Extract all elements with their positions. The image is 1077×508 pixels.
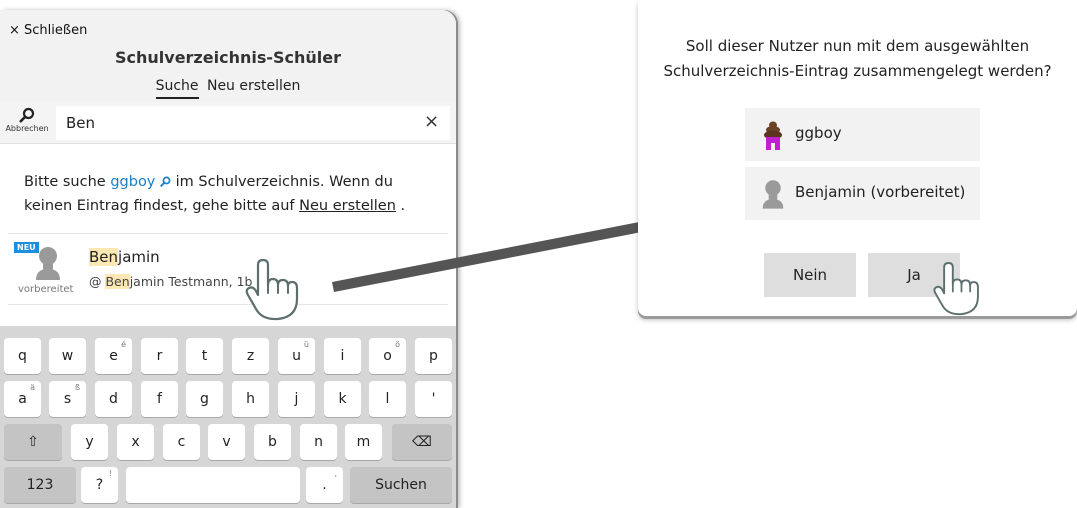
- key-b[interactable]: b: [254, 424, 291, 460]
- numbers-key[interactable]: 123: [4, 467, 76, 503]
- key-x[interactable]: x: [117, 424, 154, 460]
- key-r[interactable]: r: [141, 338, 178, 374]
- option-label: Benjamin (vorbereitet): [795, 183, 966, 201]
- key-w[interactable]: w: [49, 338, 86, 374]
- search-bar: Abbrechen ×: [0, 102, 456, 144]
- key-period[interactable]: .,: [306, 467, 343, 503]
- on-screen-keyboard: q w eé r t z uü i oö p aä sß d f g h j k…: [0, 326, 456, 508]
- search-input[interactable]: [56, 106, 450, 140]
- close-button[interactable]: × Schließen: [9, 23, 87, 38]
- key-t[interactable]: t: [186, 338, 223, 374]
- person-silhouette-icon: [762, 180, 784, 209]
- key-d[interactable]: d: [95, 381, 132, 417]
- key-i[interactable]: i: [324, 338, 361, 374]
- tap-hand-icon: [245, 259, 299, 321]
- backspace-key[interactable]: ⌫: [392, 424, 452, 460]
- key-v[interactable]: v: [208, 424, 245, 460]
- status-label: vorbereitet: [18, 284, 74, 295]
- space-key[interactable]: [126, 467, 300, 503]
- poop-avatar-icon: [764, 121, 782, 150]
- key-a[interactable]: aä: [4, 381, 41, 417]
- result-details: @ Benjamin Testmann, 1b: [89, 274, 253, 289]
- key-m[interactable]: m: [345, 424, 382, 460]
- clear-search-icon[interactable]: ×: [424, 111, 439, 132]
- key-apostrophe[interactable]: ': [415, 381, 452, 417]
- key-c[interactable]: c: [163, 424, 200, 460]
- key-f[interactable]: f: [141, 381, 178, 417]
- hint-text: Bitte suche: [24, 174, 111, 190]
- tap-hand-icon: [933, 262, 979, 316]
- cancel-search-button[interactable]: Abbrechen: [4, 105, 50, 141]
- key-e[interactable]: eé: [95, 338, 132, 374]
- person-silhouette-icon: [36, 247, 60, 280]
- panel-header: × Schließen Schulverzeichnis-Schüler Suc…: [0, 10, 456, 102]
- no-button[interactable]: Nein: [764, 253, 856, 297]
- shift-key[interactable]: ⇧: [4, 424, 62, 460]
- dialog-question: Soll dieser Nutzer nun mit dem ausgewähl…: [663, 37, 1052, 80]
- key-n[interactable]: n: [300, 424, 337, 460]
- key-l[interactable]: l: [369, 381, 406, 417]
- search-key[interactable]: Suchen: [350, 467, 452, 503]
- merge-confirm-dialog: Soll dieser Nutzer nun mit dem ausgewähl…: [638, 0, 1077, 316]
- tab-create-new[interactable]: Neu erstellen: [207, 78, 300, 97]
- cancel-label: Abbrechen: [5, 124, 49, 133]
- key-y[interactable]: y: [71, 424, 108, 460]
- panel-title: Schulverzeichnis-Schüler: [114, 48, 342, 67]
- key-o[interactable]: oö: [369, 338, 406, 374]
- result-name: Benjamin: [89, 248, 160, 266]
- key-s[interactable]: sß: [49, 381, 86, 417]
- option-directory-entry: Benjamin (vorbereitet): [745, 167, 980, 220]
- key-k[interactable]: k: [324, 381, 361, 417]
- key-u[interactable]: uü: [278, 338, 315, 374]
- option-current-user: ggboy: [745, 108, 980, 161]
- key-h[interactable]: h: [232, 381, 269, 417]
- key-question[interactable]: ?!: [81, 467, 118, 503]
- hint-user-link[interactable]: ggboy: [110, 174, 171, 190]
- search-icon: [19, 107, 35, 123]
- key-g[interactable]: g: [186, 381, 223, 417]
- option-label: ggboy: [795, 124, 842, 142]
- key-z[interactable]: z: [232, 338, 269, 374]
- key-q[interactable]: q: [4, 338, 41, 374]
- tab-bar: Suche Neu erstellen: [0, 78, 456, 99]
- key-j[interactable]: j: [278, 381, 315, 417]
- tab-search[interactable]: Suche: [155, 78, 199, 99]
- key-p[interactable]: p: [415, 338, 452, 374]
- search-icon: [160, 176, 171, 187]
